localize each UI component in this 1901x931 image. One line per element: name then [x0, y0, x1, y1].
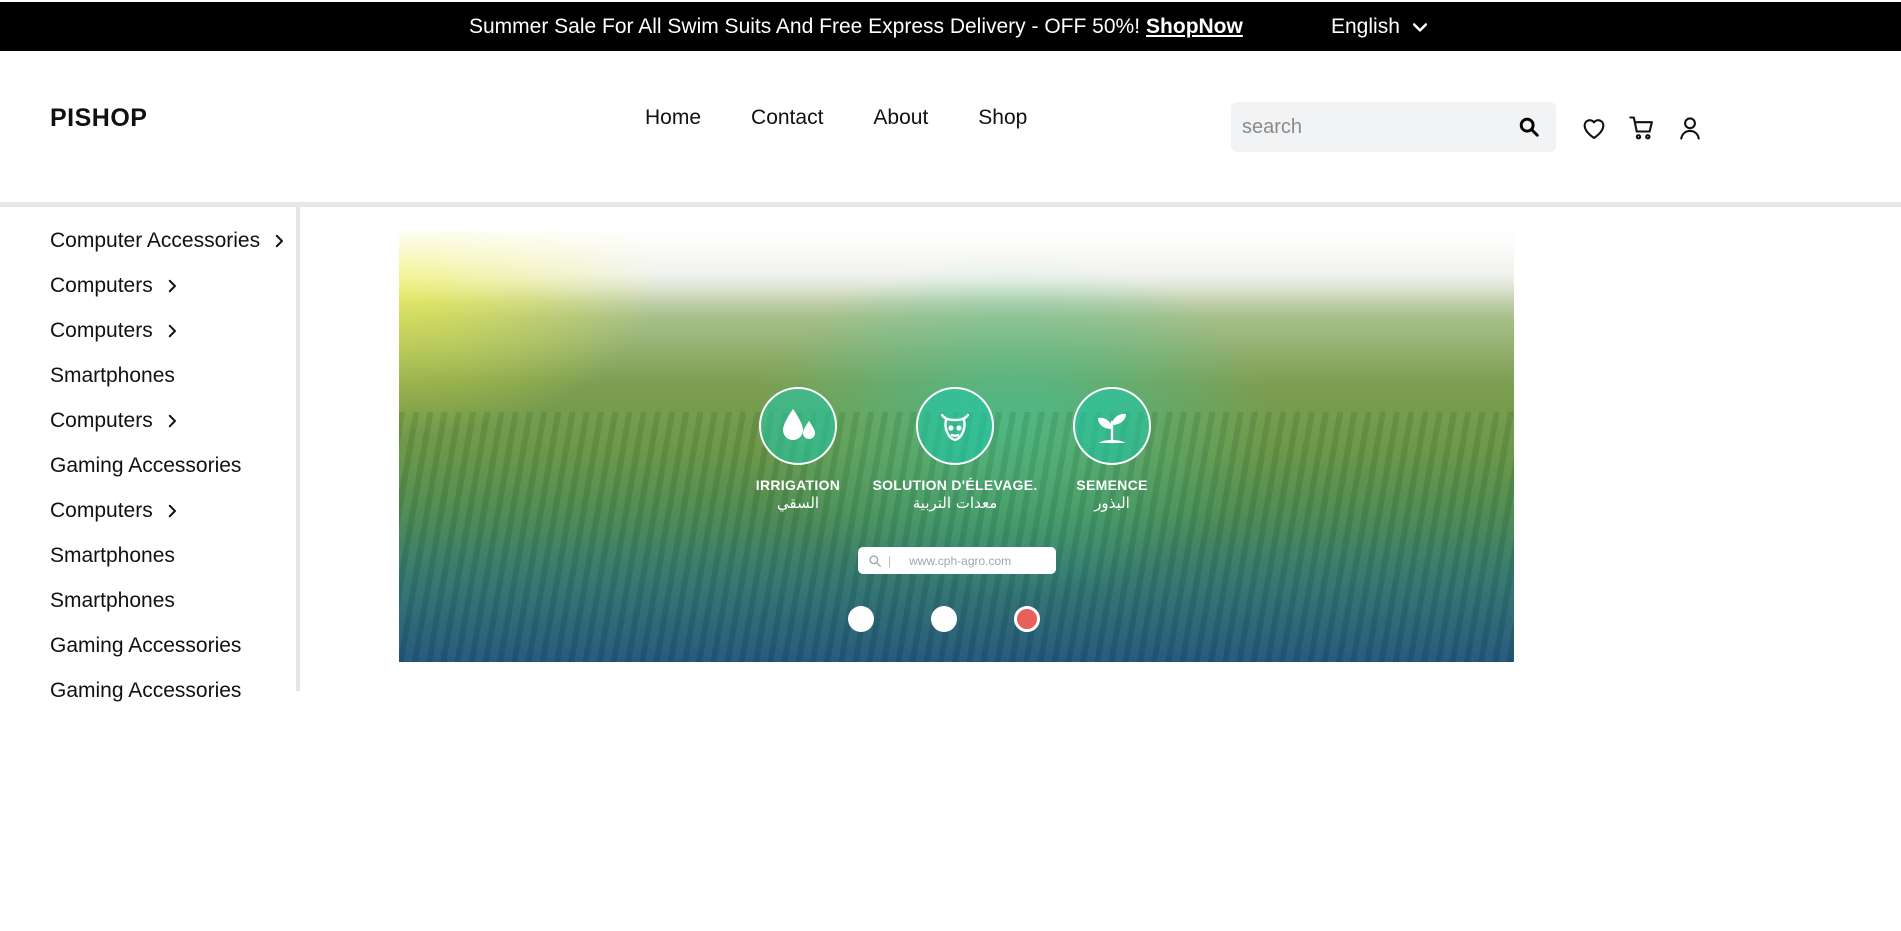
hero-banner: IRRIGATION السقي SOLUTION D'ÉLEVAGE. معد…	[399, 232, 1514, 662]
sidebar-item[interactable]: Computer Accessories	[0, 218, 296, 263]
promo-text: Summer Sale For All Swim Suits And Free …	[469, 15, 1141, 38]
url-separator: |	[888, 553, 892, 568]
category-list: Computer Accessories Computers Computers Sm…	[0, 207, 296, 713]
search-icon[interactable]	[1518, 116, 1540, 138]
sidebar-item-label: Smartphones	[50, 588, 175, 612]
service-elevage: SOLUTION D'ÉLEVAGE. معدات التربية	[865, 387, 1045, 512]
sidebar-item-label: Gaming Accessories	[50, 633, 242, 657]
sidebar-item[interactable]: Smartphones	[0, 533, 296, 578]
category-sidebar: Computer Accessories Computers Computers Sm…	[0, 207, 300, 702]
site-logo[interactable]: PISHOP	[50, 104, 147, 133]
service-title: SOLUTION D'ÉLEVAGE.	[872, 477, 1038, 493]
sidebar-item[interactable]: Computers	[0, 398, 296, 443]
service-title: SEMENCE	[1076, 477, 1148, 493]
search-icon	[869, 554, 881, 567]
site-header: PISHOP Home Contact About Shop	[0, 51, 1901, 202]
service-irrigation: IRRIGATION السقي	[708, 387, 888, 512]
sidebar-item[interactable]: Computers	[0, 488, 296, 533]
language-selector[interactable]: English	[1331, 15, 1430, 39]
user-icon[interactable]	[1676, 114, 1704, 142]
slider-dot-1[interactable]	[848, 606, 874, 632]
sidebar-item-label: Gaming Accessories	[50, 453, 242, 477]
promo-bar: Summer Sale For All Swim Suits And Free …	[0, 2, 1901, 51]
sidebar-item[interactable]: Smartphones	[0, 578, 296, 623]
banner-url-box: | www.cph-agro.com	[858, 547, 1056, 574]
sidebar-item[interactable]: Computers	[0, 263, 296, 308]
service-title: IRRIGATION	[755, 477, 841, 493]
service-subtitle: معدات التربية	[912, 494, 998, 512]
shop-now-link[interactable]: ShopNow	[1146, 15, 1243, 38]
chevron-right-icon	[275, 234, 284, 247]
language-label: English	[1331, 15, 1400, 38]
elevage-badge	[916, 387, 994, 465]
semence-badge	[1073, 387, 1151, 465]
nav-shop[interactable]: Shop	[978, 106, 1027, 130]
chevron-right-icon	[168, 414, 176, 427]
sidebar-item-label: Computers	[50, 408, 153, 432]
chevron-down-icon	[1412, 23, 1427, 32]
banner-url-text: www.cph-agro.com	[909, 553, 1012, 568]
sidebar-item-label: Computers	[50, 273, 153, 297]
nav-home[interactable]: Home	[645, 106, 701, 130]
banner-haze	[399, 232, 1514, 302]
header-actions	[1580, 114, 1704, 142]
chevron-right-icon	[168, 279, 176, 292]
sidebar-item[interactable]: Gaming Accessories	[0, 443, 296, 488]
sidebar-item-label: Gaming Accessories	[50, 678, 242, 702]
sidebar-item[interactable]: Smartphones	[0, 353, 296, 398]
search-input[interactable]	[1242, 102, 1502, 152]
sidebar-item-label: Computer Accessories	[50, 228, 261, 252]
sidebar-item-label: Computers	[50, 498, 153, 522]
service-semence: SEMENCE البذور	[1022, 387, 1202, 512]
slider-dot-2[interactable]	[931, 606, 957, 632]
water-drops-icon	[783, 409, 815, 440]
sidebar-item[interactable]: Computers	[0, 308, 296, 353]
sidebar-item[interactable]: Gaming Accessories	[0, 623, 296, 668]
sidebar-item[interactable]: Gaming Accessories	[0, 668, 296, 713]
service-subtitle: السقي	[776, 494, 820, 512]
sidebar-item-label: Computers	[50, 318, 153, 342]
search-box	[1231, 102, 1556, 152]
sidebar-item-label: Smartphones	[50, 543, 175, 567]
livestock-icon	[940, 413, 970, 442]
chevron-right-icon	[168, 504, 176, 517]
seedling-icon	[1098, 413, 1126, 443]
service-subtitle: البذور	[1094, 494, 1130, 512]
nav-contact[interactable]: Contact	[751, 106, 823, 130]
cart-icon[interactable]	[1628, 114, 1656, 142]
chevron-right-icon	[168, 324, 176, 337]
main-nav: Home Contact About Shop	[645, 106, 1027, 130]
heart-icon[interactable]	[1580, 114, 1608, 142]
nav-about[interactable]: About	[873, 106, 928, 130]
sidebar-item-label: Smartphones	[50, 363, 175, 387]
irrigation-badge	[759, 387, 837, 465]
slider-dot-3[interactable]	[1014, 606, 1040, 632]
promo-message: Summer Sale For All Swim Suits And Free …	[469, 15, 1243, 39]
